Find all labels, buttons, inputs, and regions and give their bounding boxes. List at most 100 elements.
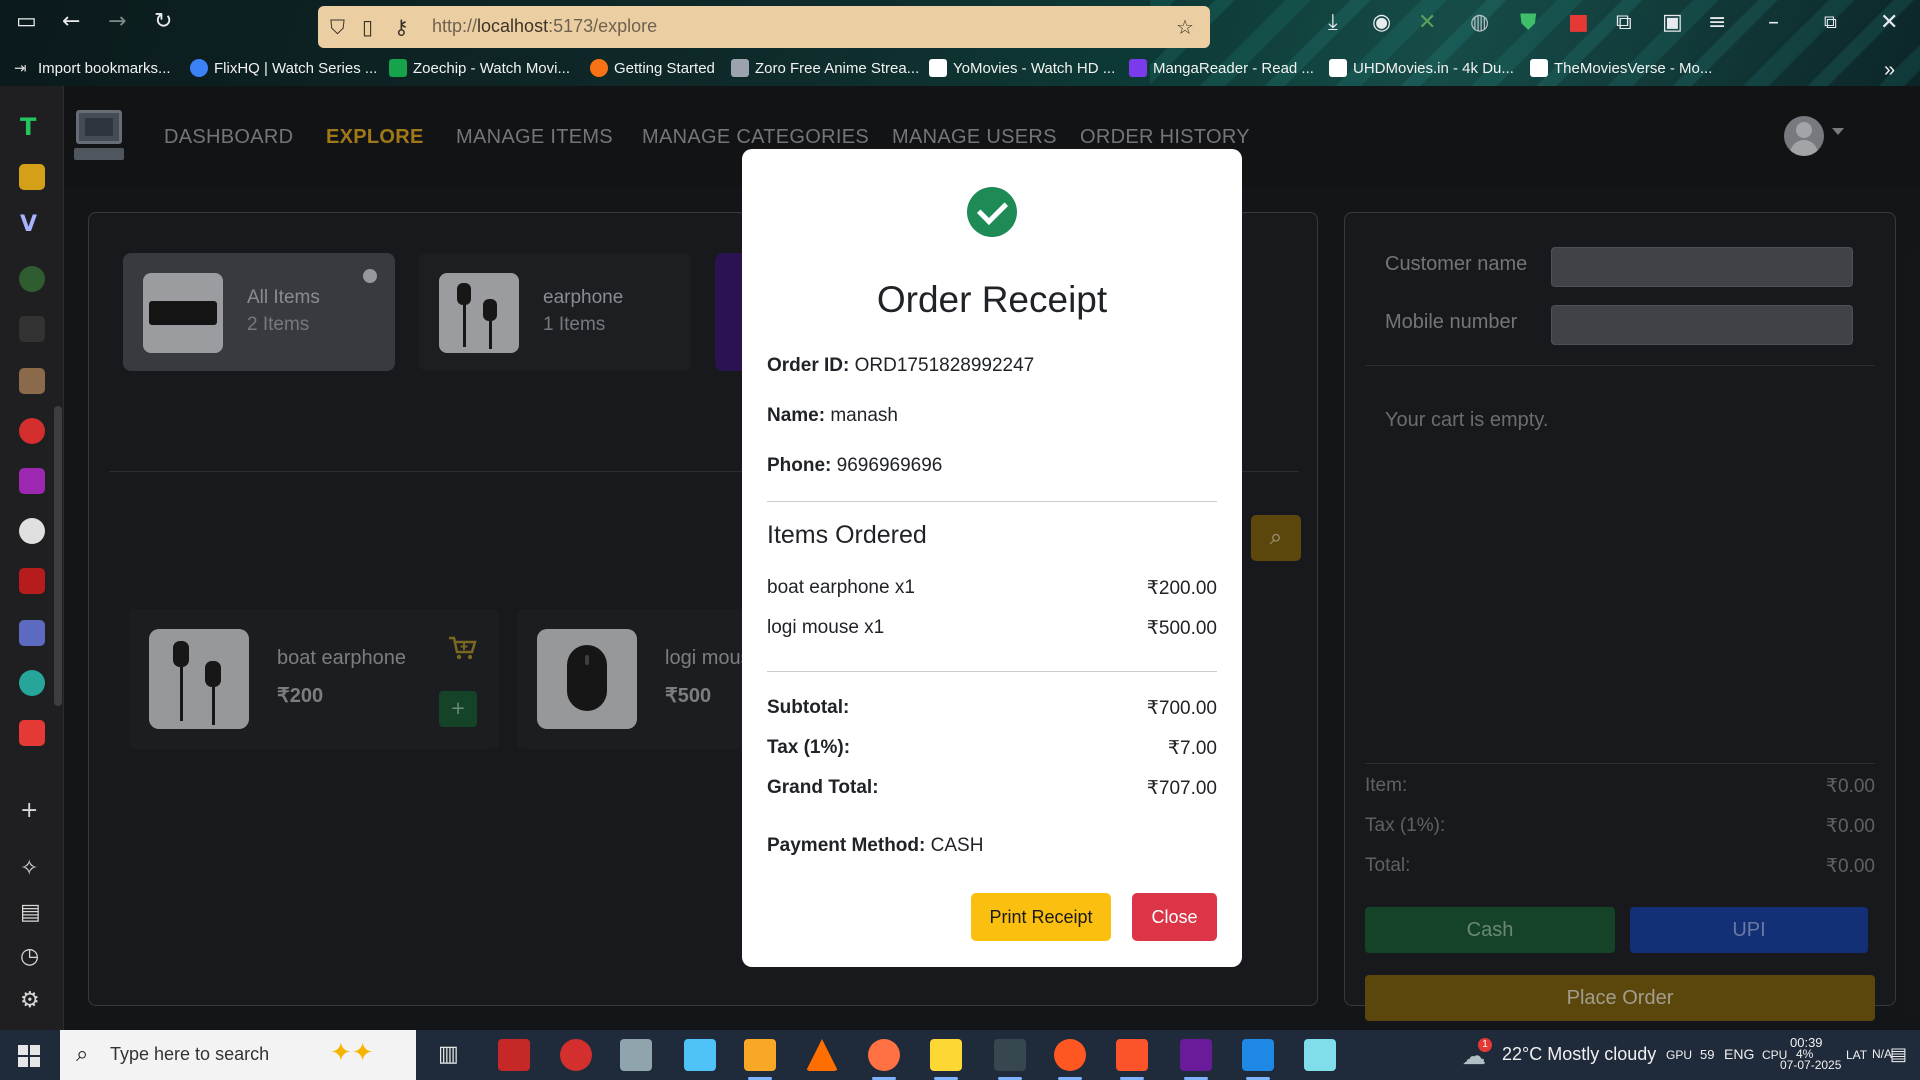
vlc-icon[interactable] [806, 1039, 838, 1071]
taskbar-app-icon[interactable] [930, 1039, 962, 1080]
menu-icon[interactable]: ≡ [1708, 12, 1726, 34]
sidebar-app-icon[interactable] [19, 670, 45, 696]
shield-icon[interactable]: ⛉ [330, 15, 345, 39]
name-label: Name: [767, 405, 826, 426]
taskbar-search[interactable]: ⌕ Type here to search ✦✦ [60, 1030, 416, 1080]
url-text[interactable]: http://localhost:5173/explore [432, 16, 657, 37]
extension-icon[interactable]: ✕ [1418, 12, 1436, 34]
bookmark-star-icon[interactable]: ☆ [1176, 15, 1194, 39]
address-bar[interactable]: ⛉ ▯ ⚷ http://localhost:5173/explore ☆ [318, 6, 1210, 48]
sidebar-app-icon[interactable] [19, 266, 45, 292]
sidebar-app-icon[interactable] [19, 418, 45, 444]
notifications-icon[interactable]: ▤ [1890, 1044, 1907, 1065]
windows-start-icon[interactable] [18, 1045, 40, 1067]
bookmark-item[interactable]: Zoro Free Anime Strea... [731, 59, 919, 77]
shield-extension-icon[interactable]: ⛊ [1520, 12, 1537, 34]
brave-icon[interactable] [1116, 1039, 1148, 1080]
bookmark-item[interactable]: UHDMovies.in - 4k Du... [1329, 59, 1514, 77]
sidebar-view-icon[interactable]: ▣ [1662, 12, 1683, 34]
print-receipt-button[interactable]: Print Receipt [971, 893, 1111, 941]
payment-method-row: Payment Method: CASH [767, 835, 983, 857]
sidebar-app-icon[interactable]: T [20, 115, 36, 139]
taskbar-app-icon[interactable] [868, 1039, 900, 1080]
bookmark-item[interactable]: Zoechip - Watch Movi... [389, 59, 570, 77]
bookmark-item[interactable]: TheMoviesVerse - Mo... [1530, 59, 1712, 77]
line-item-amount: ₹500.00 [1146, 618, 1217, 639]
line-item-desc: boat earphone x1 [767, 577, 915, 598]
customize-icon[interactable]: ✧ [20, 858, 38, 880]
globe-icon[interactable]: ◍ [1470, 12, 1489, 34]
grand-total-row: Grand Total: ₹707.00 [767, 777, 1217, 799]
search-highlight-icon[interactable]: ✦✦ [330, 1038, 374, 1068]
lock-extension-icon[interactable]: ■ [1568, 12, 1589, 34]
sidebar-app-icon[interactable] [19, 518, 45, 544]
taskbar-app-icon[interactable] [560, 1039, 592, 1071]
taskbar-app-icon[interactable] [684, 1039, 716, 1071]
taskbar-app-icon[interactable] [1304, 1039, 1336, 1071]
favicon [929, 59, 947, 77]
bookmark-item[interactable]: MangaReader - Read ... [1129, 59, 1314, 77]
puzzle-icon[interactable]: ⧉ [1616, 12, 1632, 34]
close-button[interactable]: Close [1132, 893, 1217, 941]
bookmark-item[interactable]: FlixHQ | Watch Series ... [190, 59, 377, 77]
reload-icon[interactable]: ↻ [154, 11, 172, 33]
clock-date[interactable]: 07-07-2025 [1780, 1058, 1841, 1072]
bookmarks-overflow-icon[interactable]: » [1884, 59, 1895, 82]
sidebar-app-icon[interactable] [19, 368, 45, 394]
favicon [389, 59, 407, 77]
firefox-icon[interactable] [1054, 1039, 1086, 1080]
account-icon[interactable]: ◉ [1372, 12, 1391, 34]
sidebar-app-icon[interactable] [19, 620, 45, 646]
sidebar-app-icon[interactable]: V [20, 214, 37, 236]
download-icon[interactable]: ⤓ [1328, 12, 1338, 34]
favicon [1530, 59, 1548, 77]
taskbar-app-icon[interactable] [994, 1039, 1026, 1080]
language-indicator[interactable]: ENG [1724, 1046, 1754, 1062]
minimize-icon[interactable]: – [1768, 12, 1779, 34]
task-view-icon[interactable]: ▥ [438, 1042, 459, 1067]
sidebar-app-icon[interactable] [19, 164, 45, 190]
forward-icon[interactable]: → [108, 11, 126, 33]
taskbar-app-icon[interactable] [498, 1039, 530, 1071]
sidebar-app-icon[interactable] [19, 568, 45, 594]
vscode-icon[interactable] [1242, 1039, 1274, 1080]
weather-text[interactable]: 22°C Mostly cloudy [1502, 1044, 1656, 1065]
sidebar-app-icon[interactable] [19, 468, 45, 494]
sidebar-scrollbar[interactable] [54, 406, 62, 706]
modal-title: Order Receipt [876, 279, 1108, 320]
bookmarks-panel-icon[interactable]: ▤ [20, 902, 41, 924]
clock-time[interactable]: 00:39 [1790, 1035, 1823, 1050]
phone-label: Phone: [767, 455, 832, 476]
bookmark-item[interactable]: YoMovies - Watch HD ... [929, 59, 1115, 77]
sidebar-app-icon[interactable] [19, 720, 45, 746]
close-window-icon[interactable]: ✕ [1880, 12, 1898, 34]
back-icon[interactable]: ← [62, 11, 80, 33]
latency-label: LAT [1846, 1048, 1868, 1062]
bookmark-item[interactable]: Getting Started [590, 59, 715, 77]
taskbar-app-icon[interactable] [620, 1039, 652, 1071]
key-icon[interactable]: ⚷ [394, 15, 409, 39]
sidebar-toggle-icon[interactable]: ▭ [16, 11, 37, 33]
tax-value: ₹7.00 [1167, 738, 1217, 759]
sidebar-app-icon[interactable] [19, 316, 45, 342]
search-icon: ⌕ [76, 1042, 89, 1067]
favicon [190, 59, 208, 77]
subtotal-value: ₹700.00 [1146, 698, 1217, 719]
file-explorer-icon[interactable] [744, 1039, 776, 1080]
latency-value: N/A [1872, 1047, 1893, 1061]
success-check-icon [967, 187, 1017, 237]
subtotal-label: Subtotal: [767, 697, 850, 718]
add-icon[interactable]: + [20, 800, 38, 822]
restore-icon[interactable]: ⧉ [1824, 12, 1837, 34]
jetbrains-icon[interactable] [1180, 1039, 1212, 1080]
page-icon: ▯ [362, 15, 374, 39]
name-value: manash [830, 405, 898, 426]
bookmark-item[interactable]: ⇥ Import bookmarks... [14, 59, 171, 78]
history-icon[interactable]: ◷ [20, 946, 39, 968]
divider [767, 671, 1217, 672]
items-ordered-heading: Items Ordered [767, 521, 927, 549]
settings-icon[interactable]: ⚙ [20, 990, 40, 1012]
subtotal-row: Subtotal: ₹700.00 [767, 697, 1217, 719]
line-item-desc: logi mouse x1 [767, 617, 885, 638]
order-id-label: Order ID: [767, 355, 850, 376]
